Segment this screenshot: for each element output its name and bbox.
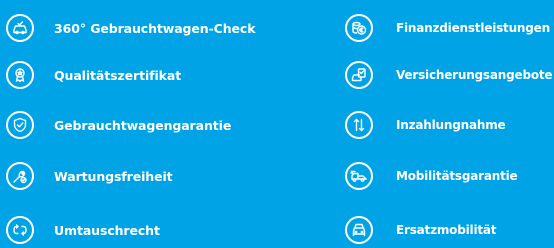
wrench-check-icon (6, 162, 34, 190)
service-item-versicherungsangebote[interactable]: Versicherungsangebote (345, 57, 553, 93)
service-item-umtauschrecht[interactable]: Umtauschrecht (6, 212, 160, 248)
service-label: Versicherungsangebote (396, 68, 553, 82)
service-item-wartungsfreiheit[interactable]: Wartungsfreiheit (6, 158, 173, 194)
service-label: Gebrauchtwagengarantie (54, 117, 232, 133)
service-item-finanzdienstleistungen[interactable]: Finanzdienstleistungen (345, 10, 550, 46)
service-item-ersatzmobilitaet[interactable]: Ersatzmobilität (345, 212, 497, 248)
service-label: Inzahlungnahme (396, 118, 506, 132)
service-label: 360° Gebrauchtwagen-Check (54, 20, 256, 36)
cars-icon (345, 216, 373, 244)
service-label: Ersatzmobilität (396, 223, 497, 237)
coins-euro-icon (345, 14, 373, 42)
service-item-gebrauchtwagen-check[interactable]: 360° Gebrauchtwagen-Check (6, 10, 256, 46)
shield-check-icon (6, 111, 34, 139)
service-label: Umtauschrecht (54, 222, 160, 238)
service-label: Wartungsfreiheit (54, 168, 173, 184)
service-item-mobilitaetsgarantie[interactable]: Mobilitätsgarantie (345, 158, 518, 194)
service-label: Qualitätszertifikat (54, 67, 182, 83)
car-check-icon (6, 14, 34, 42)
service-label: Mobilitätsgarantie (396, 169, 518, 183)
services-panel: 360° Gebrauchtwagen-Check Qualitätszerti… (0, 0, 554, 246)
exchange-arrows-icon (6, 216, 34, 244)
certificate-icon (6, 61, 34, 89)
up-down-arrows-icon (345, 111, 373, 139)
service-label: Finanzdienstleistungen (396, 21, 550, 35)
tow-truck-icon (345, 162, 373, 190)
service-item-inzahlungnahme[interactable]: Inzahlungnahme (345, 107, 506, 143)
service-item-gebrauchtwagengarantie[interactable]: Gebrauchtwagengarantie (6, 107, 231, 143)
car-document-icon (345, 61, 373, 89)
service-item-qualitaetszertifikat[interactable]: Qualitätszertifikat (6, 57, 181, 93)
